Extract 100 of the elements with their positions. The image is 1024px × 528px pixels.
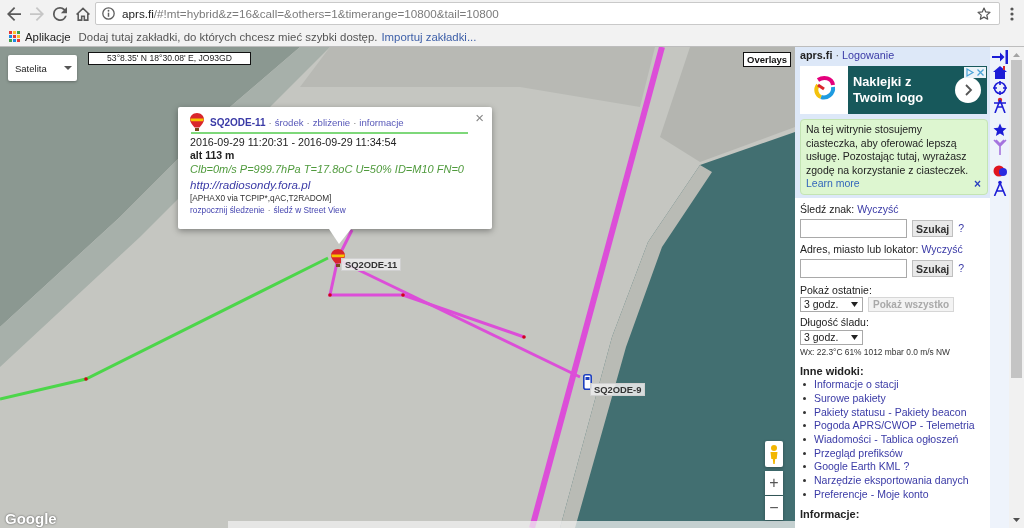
caret-icon <box>64 66 72 70</box>
time-range-text: 2016-09-29 11:20:31 - 2016-09-29 11:34:54 <box>190 136 398 149</box>
separator-text: - <box>874 433 878 447</box>
comment-text: Clb=0m/s P=999.7hPa T=17.8oC U=50% ID=M10 FN=0 <box>190 162 465 177</box>
field-label: Śledź znak: <box>800 203 855 215</box>
view-link[interactable]: Google Earth KML <box>814 460 901 474</box>
separator-text: · <box>835 49 839 61</box>
bullet-icon <box>803 492 806 496</box>
field-label: Długość śladu: <box>800 316 870 329</box>
separator-text: · <box>267 204 271 216</box>
bookmarks-hint: Dodaj tutaj zakładki, do których chcesz mieć szybki dostęp. <box>78 30 378 43</box>
separator-text: · <box>353 116 357 128</box>
bullet-icon <box>803 410 806 414</box>
bookmark-star-icon[interactable] <box>977 6 991 21</box>
search-field[interactable] <box>800 219 907 238</box>
star-icon[interactable] <box>992 123 1007 137</box>
zoom-button[interactable]: − <box>765 496 783 520</box>
separator-text: · <box>306 116 310 128</box>
section-title: Informacje: <box>800 508 861 522</box>
popup-link[interactable]: informacje <box>359 116 404 128</box>
close-button[interactable]: × <box>972 178 983 190</box>
search-button[interactable]: Szukaj <box>912 220 954 237</box>
bullet-icon <box>803 383 806 387</box>
view-link[interactable]: Telemetria <box>926 419 975 433</box>
bullet-icon <box>803 397 806 401</box>
house-icon[interactable] <box>992 66 1007 79</box>
search-field[interactable] <box>800 259 907 278</box>
view-link[interactable]: Narzędzie eksportowania danych <box>814 474 969 488</box>
separator-text: · <box>268 116 272 128</box>
radio-tower-icon[interactable] <box>992 97 1007 113</box>
close-button[interactable]: × <box>473 110 486 125</box>
balloon-icon <box>190 113 204 131</box>
view-link[interactable]: Pakiety statusu <box>814 405 886 419</box>
popup-action-link[interactable]: rozpocznij śledzenie <box>190 204 265 216</box>
time-dropdown[interactable]: 3 godz. <box>800 330 863 345</box>
clear-link[interactable]: Wyczyść <box>921 243 963 255</box>
crosshair-icon[interactable] <box>992 81 1007 95</box>
address-bar[interactable]: aprs.fi/#!mt=hybrid&z=16&call=&others=1&timerange=10800&tail=10800 <box>95 2 1000 26</box>
clear-link[interactable]: Wyczyść <box>857 203 899 215</box>
popup-link[interactable]: zbliżenie <box>312 116 351 128</box>
overlays-button[interactable]: Overlays <box>743 52 792 67</box>
learn-more-link[interactable]: Learn more <box>806 177 860 191</box>
zoom-button[interactable]: + <box>765 471 783 495</box>
view-link[interactable]: Przegląd prefiksów <box>814 446 903 460</box>
ad-headline: Naklejki z Twoim logo <box>852 74 925 106</box>
reload-icon <box>53 6 67 21</box>
track-point-icon <box>401 293 405 297</box>
google-logo: Google <box>5 511 57 527</box>
station-link[interactable]: SQ2ODE-11 <box>210 116 266 128</box>
bullet-icon <box>803 424 806 428</box>
time-dropdown[interactable]: 3 godz. <box>800 297 863 312</box>
collapse-arrow-icon[interactable] <box>991 50 1008 64</box>
view-link[interactable]: Pogoda APRS/CWOP <box>814 419 917 433</box>
apps-grid-icon[interactable] <box>9 31 20 43</box>
popup-action-link[interactable]: śledź w Street View <box>273 204 346 216</box>
arrow-left-icon <box>7 6 21 21</box>
station-label[interactable]: SQ2ODE-11 <box>341 258 402 271</box>
ad-banner[interactable]: Naklejki z Twoim logo <box>800 66 987 114</box>
weather-text: Wx: 22.3°C 61% 1012 mbar 0.0 m/s NW <box>800 347 951 358</box>
station-label[interactable]: SQ2ODE-9 <box>590 383 646 396</box>
separator-text: - <box>919 419 924 433</box>
info-icon[interactable] <box>102 7 115 21</box>
apps-link[interactable]: Aplikacje <box>25 30 71 43</box>
import-bookmarks-link[interactable]: Importuj zakładki... <box>381 30 477 43</box>
scrollbar-thumb[interactable] <box>1011 60 1022 378</box>
view-link[interactable]: Moje konto <box>877 487 929 501</box>
scrollbar[interactable] <box>1009 47 1024 528</box>
bullet-icon <box>803 465 806 469</box>
home-icon <box>76 6 90 21</box>
help-link[interactable]: ? <box>903 460 910 474</box>
help-link[interactable]: ? <box>958 222 965 235</box>
view-link[interactable]: Surowe pakiety <box>814 392 886 406</box>
chevron-right-icon[interactable] <box>955 77 981 103</box>
car-marker-icon[interactable] <box>583 374 592 390</box>
view-link[interactable]: Preferencje <box>814 487 868 501</box>
arrow-right-icon <box>30 6 44 21</box>
view-link[interactable]: Wiadomości <box>814 433 872 447</box>
view-link[interactable]: Informacje o stacji <box>814 378 899 392</box>
coordinates-readout: 53°8.35' N 18°30.08' E, JO93GD <box>88 52 251 65</box>
separator-text: - <box>870 487 875 501</box>
track-point-icon <box>522 335 526 339</box>
popup-link[interactable]: środek <box>274 116 304 128</box>
bullet-icon <box>803 479 806 483</box>
cookie-text: Na tej witrynie stosujemy ciasteczka, aby oferować lepszą usługę. Pozostając tutaj, wyrażasz zgodę na korzystanie z ciasteczek. <box>806 123 970 177</box>
overlapping-circles-icon[interactable] <box>992 164 1007 178</box>
field-label: Pokaż ostatnie: <box>800 284 873 297</box>
packet-path-text: [APHAX0 via TCPIP*,qAC,T2RADOM] <box>190 192 333 204</box>
search-button[interactable]: Szukaj <box>912 260 954 277</box>
compass-icon[interactable] <box>992 180 1007 196</box>
help-link[interactable]: ? <box>958 262 965 275</box>
login-link[interactable]: Logowanie <box>842 49 895 61</box>
website-link[interactable]: http://radiosondy.fora.pl <box>190 177 311 192</box>
view-link[interactable]: Pakiety beacon <box>894 405 967 419</box>
caret-icon <box>851 302 858 307</box>
scroll-down-arrow-icon[interactable] <box>1013 518 1020 522</box>
map-type-dropdown[interactable]: Satelita <box>8 55 77 81</box>
ad-logo-icon <box>800 66 848 114</box>
caret-icon <box>851 335 858 340</box>
view-link[interactable]: Tablica ogłoszeń <box>880 433 959 447</box>
menu-icon[interactable] <box>1010 6 1014 21</box>
